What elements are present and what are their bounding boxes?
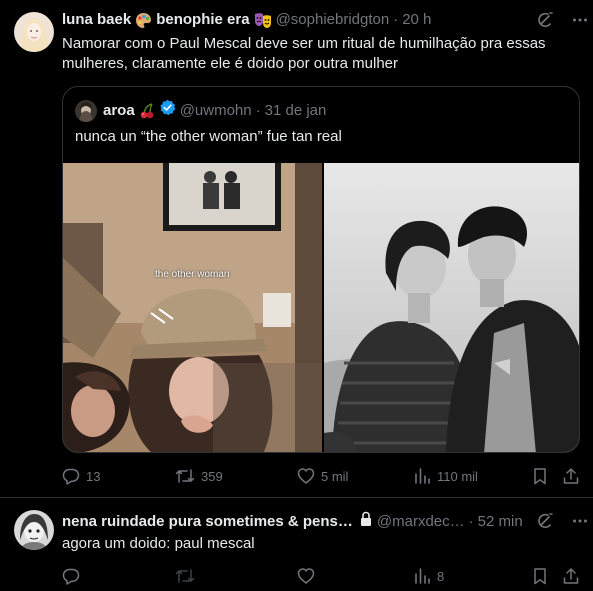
reply-count: 13 — [86, 468, 101, 484]
quoted-avatar[interactable] — [75, 99, 97, 122]
quoted-tweet-text: nunca un “the other woman” fue tan real — [75, 128, 342, 145]
tweet-1[interactable]: luna baek benophie era @sophiebridgton ·… — [0, 0, 593, 497]
views-count: 110 mil — [437, 468, 478, 484]
reply-icon — [62, 467, 80, 485]
lock-icon — [359, 511, 373, 533]
views-button[interactable]: 110 mil — [413, 466, 478, 486]
like-icon — [297, 467, 315, 485]
author-handle[interactable]: @marxdec… — [377, 512, 465, 532]
timestamp[interactable]: 52 min — [478, 512, 523, 532]
tweet-text: agora um doido: paul mescal — [62, 535, 255, 552]
retweet-button[interactable] — [175, 566, 201, 586]
media-image-left[interactable]: the other woman — [63, 163, 322, 452]
reply-button[interactable] — [62, 566, 86, 586]
retweet-count: 359 — [201, 468, 223, 484]
quoted-author-handle[interactable]: @uwmohn — [180, 101, 252, 121]
bookmark-button[interactable] — [532, 566, 548, 586]
tweet-text: Namorar com o Paul Mescal deve ser um ri… — [62, 34, 582, 74]
cherries-emoji-icon — [139, 102, 155, 119]
retweet-icon — [175, 467, 195, 485]
bookmark-button[interactable] — [532, 466, 548, 486]
tweet-actions: 13 359 5 mil 110 mil — [62, 466, 580, 486]
tweet-actions: 8 — [62, 566, 580, 586]
reply-button[interactable]: 13 — [62, 466, 100, 486]
tweet-text-line-2: mulheres, claramente ele é doido por out… — [62, 55, 399, 72]
author-name[interactable]: nena ruindade pura sometimes & pens… — [62, 512, 353, 532]
separator-dot: · — [468, 513, 474, 530]
author-handle[interactable]: @sophiebridgton — [276, 10, 390, 30]
like-count: 5 mil — [321, 468, 349, 484]
bookmark-icon — [532, 467, 548, 485]
tweet-2[interactable]: nena ruindade pura sometimes & pens… @ma… — [0, 498, 593, 591]
media-caption: the other woman — [155, 269, 230, 280]
separator-dot: · — [255, 101, 261, 119]
like-button[interactable] — [297, 566, 321, 586]
share-icon — [562, 567, 580, 585]
palette-emoji-icon — [135, 12, 152, 29]
retweet-button[interactable]: 359 — [175, 466, 223, 486]
more-icon[interactable] — [572, 11, 588, 34]
share-button[interactable] — [562, 566, 580, 586]
quoted-tweet[interactable]: aroa @uwmohn · 31 de jan nunca un “the o… — [62, 86, 580, 453]
share-button[interactable] — [562, 466, 580, 486]
separator-dot: · — [393, 11, 399, 28]
quoted-author-name[interactable]: aroa — [103, 101, 135, 121]
grok-icon[interactable] — [536, 11, 554, 34]
views-icon — [413, 467, 431, 485]
avatar[interactable] — [14, 510, 54, 550]
views-count: 8 — [437, 568, 445, 584]
quoted-timestamp[interactable]: 31 de jan — [265, 101, 327, 121]
bookmark-icon — [532, 567, 548, 585]
timestamp[interactable]: 20 h — [402, 10, 431, 30]
views-icon — [413, 567, 431, 585]
quoted-media[interactable]: the other woman — [63, 163, 579, 452]
share-icon — [562, 467, 580, 485]
like-icon — [297, 567, 315, 585]
theater-masks-emoji-icon — [254, 12, 272, 29]
author-name-suffix[interactable]: benophie era — [156, 10, 249, 30]
author-name[interactable]: luna baek — [62, 10, 131, 30]
tweet-text-line-1: Namorar com o Paul Mescal deve ser um ri… — [62, 35, 546, 52]
avatar[interactable] — [14, 12, 54, 52]
retweet-icon — [175, 567, 195, 585]
verified-badge-icon — [159, 99, 176, 122]
like-button[interactable]: 5 mil — [297, 466, 348, 486]
more-icon[interactable] — [572, 512, 588, 535]
views-button[interactable]: 8 — [413, 566, 444, 586]
reply-icon — [62, 567, 80, 585]
grok-icon[interactable] — [536, 512, 554, 535]
media-image-right[interactable] — [324, 163, 579, 452]
